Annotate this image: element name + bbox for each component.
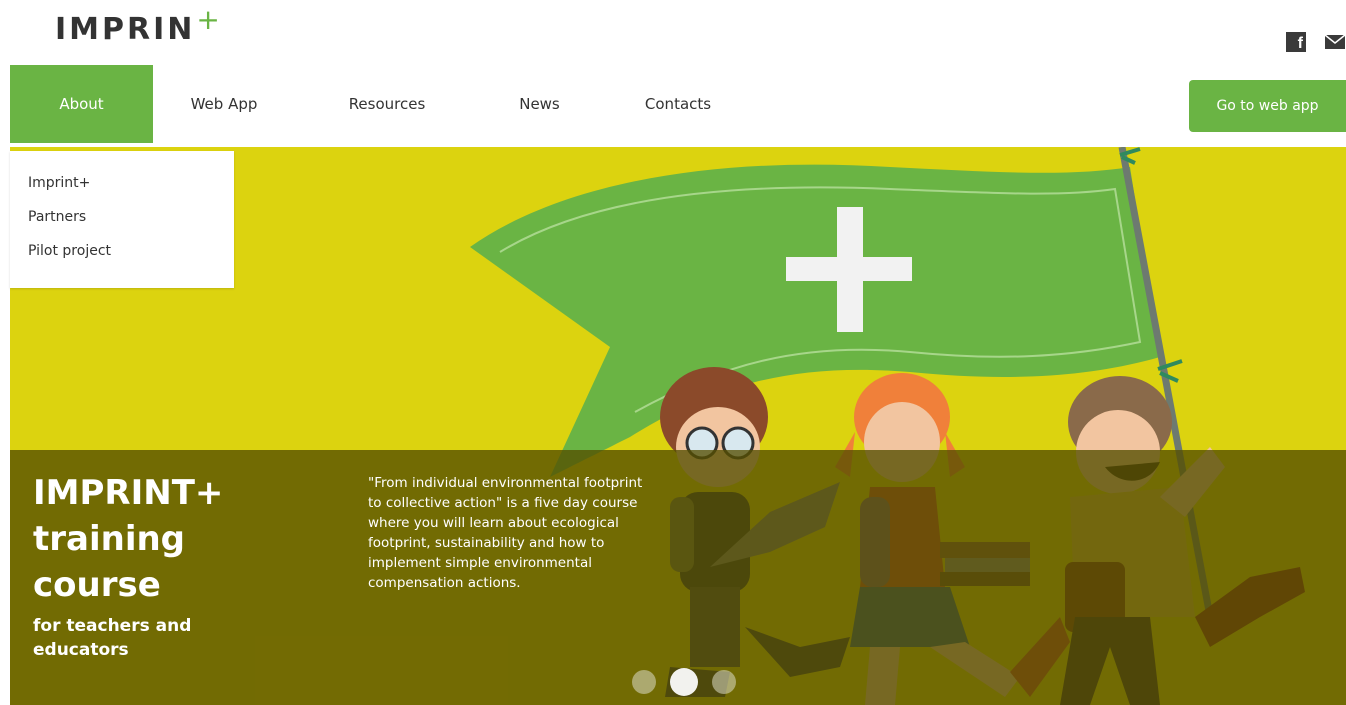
logo-plus: + bbox=[196, 3, 223, 36]
hero-title: IMPRINT+ training course bbox=[33, 470, 333, 608]
slider-dot-active[interactable] bbox=[670, 668, 698, 696]
slider-dot[interactable] bbox=[632, 670, 656, 694]
go-to-web-app-button[interactable]: Go to web app bbox=[1189, 80, 1346, 132]
facebook-icon[interactable]: f bbox=[1286, 32, 1306, 52]
hero-title-line: course bbox=[33, 565, 161, 605]
dropdown-item-imprint-plus[interactable]: Imprint+ bbox=[10, 173, 234, 207]
hero-subtitle: for teachers and educators bbox=[33, 616, 192, 660]
slider-dots bbox=[632, 668, 736, 696]
logo-text: IMPRIN bbox=[55, 12, 196, 47]
slider-dot[interactable] bbox=[712, 670, 736, 694]
hero-description: "From individual environmental footprint… bbox=[368, 475, 643, 591]
dropdown-item-partners[interactable]: Partners bbox=[10, 207, 234, 241]
nav-item-resources[interactable]: Resources bbox=[295, 65, 479, 143]
site-logo[interactable]: IMPRIN+ bbox=[55, 3, 223, 47]
social-links: f bbox=[1286, 32, 1346, 52]
mail-icon[interactable] bbox=[1324, 32, 1346, 52]
nav-item-news[interactable]: News bbox=[479, 65, 600, 143]
about-dropdown-menu: Imprint+ Partners Pilot project bbox=[10, 151, 234, 288]
nav-item-about[interactable]: About bbox=[10, 65, 153, 143]
hero-title-line: IMPRINT+ bbox=[33, 473, 224, 513]
hero-title-line: training bbox=[33, 519, 186, 559]
main-nav: About Web App Resources News Contacts bbox=[10, 65, 756, 143]
nav-item-contacts[interactable]: Contacts bbox=[600, 65, 756, 143]
dropdown-item-pilot-project[interactable]: Pilot project bbox=[10, 241, 234, 275]
nav-item-web-app[interactable]: Web App bbox=[153, 65, 295, 143]
